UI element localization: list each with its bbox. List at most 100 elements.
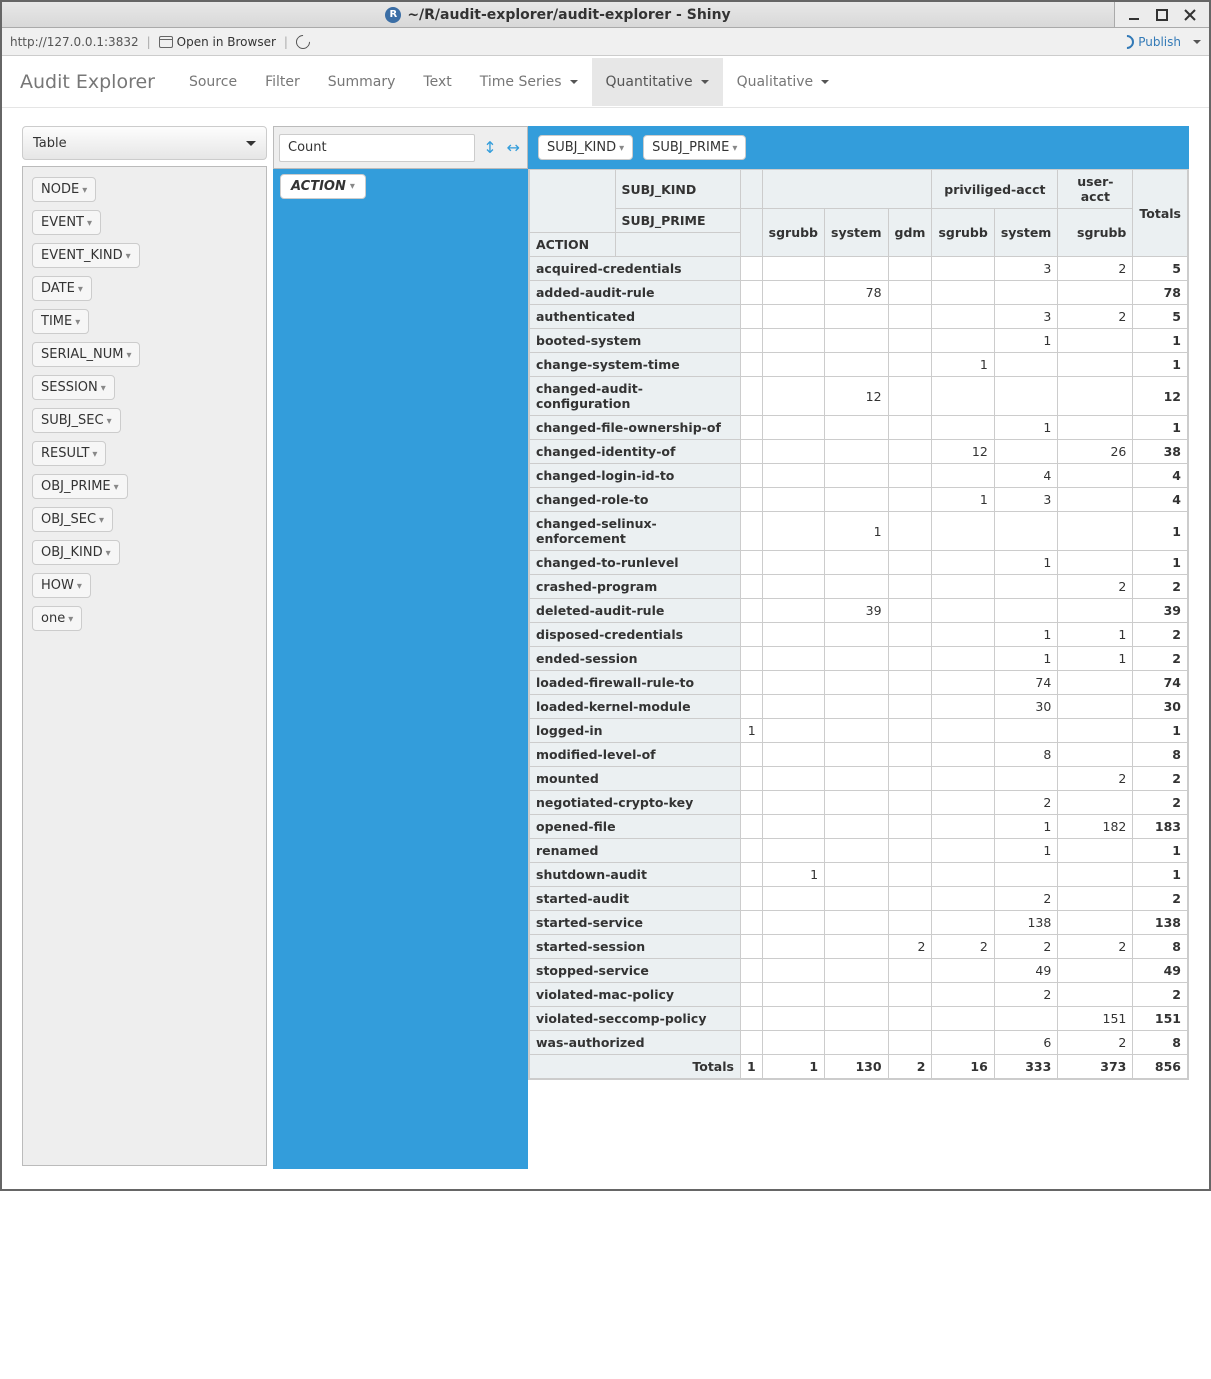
nav-qualitative[interactable]: Qualitative [723, 58, 844, 106]
cell: 49 [994, 959, 1058, 983]
publish-icon [1117, 32, 1137, 52]
field-pill-time[interactable]: TIME▾ [32, 309, 89, 334]
publish-dropdown-caret[interactable] [1193, 40, 1201, 44]
cell: 1 [932, 353, 994, 377]
nav-source[interactable]: Source [175, 58, 251, 106]
cell [762, 791, 824, 815]
row-fields-box[interactable]: ACTION▾ [273, 169, 528, 1169]
field-pill-obj_kind[interactable]: OBJ_KIND▾ [32, 540, 120, 565]
row-label: disposed-credentials [530, 623, 741, 647]
cell [888, 488, 932, 512]
nav-time-series[interactable]: Time Series [466, 58, 592, 106]
cell [825, 647, 889, 671]
cell: 2 [994, 935, 1058, 959]
cell [740, 743, 762, 767]
sort-vert-button[interactable]: ↕ [481, 138, 498, 157]
nav-filter[interactable]: Filter [251, 58, 314, 106]
field-pill-session[interactable]: SESSION▾ [32, 375, 115, 400]
table-row: changed-login-id-to44 [530, 464, 1188, 488]
cell [888, 416, 932, 440]
separator: | [147, 35, 151, 49]
nav-quantitative[interactable]: Quantitative [592, 58, 723, 106]
chevron-down-icon: ▾ [114, 482, 119, 493]
field-pill-node[interactable]: NODE▾ [32, 177, 96, 202]
row-total: 5 [1133, 257, 1188, 281]
cell [888, 743, 932, 767]
cell [825, 959, 889, 983]
cell [762, 416, 824, 440]
field-pill-serial_num[interactable]: SERIAL_NUM▾ [32, 342, 140, 367]
maximize-button[interactable] [1151, 5, 1173, 25]
cell [762, 911, 824, 935]
cell [1058, 839, 1133, 863]
table-row: negotiated-crypto-key22 [530, 791, 1188, 815]
chevron-down-icon [821, 80, 829, 84]
cell [1058, 791, 1133, 815]
field-pill-obj_sec[interactable]: OBJ_SEC▾ [32, 507, 113, 532]
main-content: Table NODE▾ EVENT▾ EVENT_KIND▾ DATE▾ TIME▾ SE… [2, 108, 1209, 1189]
renderer-select[interactable]: Table [22, 126, 267, 160]
cell [825, 488, 889, 512]
field-pill-how[interactable]: HOW▾ [32, 573, 91, 598]
field-pill-one[interactable]: one▾ [32, 606, 82, 631]
cell [994, 599, 1058, 623]
cell [888, 575, 932, 599]
cell: 30 [994, 695, 1058, 719]
cell [1058, 353, 1133, 377]
cell [762, 959, 824, 983]
field-pill-obj_prime[interactable]: OBJ_PRIME▾ [32, 474, 128, 499]
publish-button[interactable]: Publish [1120, 35, 1181, 49]
cell [932, 464, 994, 488]
row-label: started-service [530, 911, 741, 935]
aggregator-select[interactable]: Count [279, 134, 475, 162]
cell [740, 329, 762, 353]
cell [740, 488, 762, 512]
cell [825, 257, 889, 281]
field-pill-event[interactable]: EVENT▾ [32, 210, 101, 235]
cell: 26 [1058, 440, 1133, 464]
unused-fields-box[interactable]: NODE▾ EVENT▾ EVENT_KIND▾ DATE▾ TIME▾ SERIAL_N… [22, 166, 267, 1166]
sort-horiz-button[interactable]: ↔ [505, 138, 522, 157]
header-prime: sgrubb [932, 209, 994, 257]
cell [994, 512, 1058, 551]
nav-text[interactable]: Text [409, 58, 465, 106]
cell [994, 281, 1058, 305]
row-label: loaded-kernel-module [530, 695, 741, 719]
cell [762, 623, 824, 647]
field-pill-subj_prime[interactable]: SUBJ_PRIME▾ [643, 135, 746, 160]
close-button[interactable] [1179, 5, 1201, 25]
cell [932, 647, 994, 671]
cell: 182 [1058, 815, 1133, 839]
minimize-button[interactable] [1123, 5, 1145, 25]
field-pill-result[interactable]: RESULT▾ [32, 441, 106, 466]
row-label: changed-file-ownership-of [530, 416, 741, 440]
open-in-browser-button[interactable]: Open in Browser [159, 35, 276, 49]
row-label: changed-identity-of [530, 440, 741, 464]
row-label: ended-session [530, 647, 741, 671]
field-pill-event_kind[interactable]: EVENT_KIND▾ [32, 243, 140, 268]
field-pill-subj_sec[interactable]: SUBJ_SEC▾ [32, 408, 121, 433]
chevron-down-icon: ▾ [92, 449, 97, 460]
cell [740, 257, 762, 281]
cell [825, 695, 889, 719]
cell [932, 1031, 994, 1055]
column-fields-box[interactable]: SUBJ_KIND▾ SUBJ_PRIME▾ [528, 126, 1189, 169]
cell [825, 353, 889, 377]
cell: 1 [994, 815, 1058, 839]
cell [762, 257, 824, 281]
field-pill-subj_kind[interactable]: SUBJ_KIND▾ [538, 135, 633, 160]
cell [762, 815, 824, 839]
field-pill-date[interactable]: DATE▾ [32, 276, 92, 301]
header-prime [740, 209, 762, 257]
row-label: modified-level-of [530, 743, 741, 767]
cell: 2 [1058, 257, 1133, 281]
cell [932, 767, 994, 791]
reload-button[interactable] [296, 35, 310, 49]
row-label: opened-file [530, 815, 741, 839]
row-total: 1 [1133, 719, 1188, 743]
nav-summary[interactable]: Summary [314, 58, 410, 106]
field-pill-action[interactable]: ACTION▾ [280, 174, 366, 199]
cell [888, 647, 932, 671]
cell [762, 575, 824, 599]
cell: 1 [994, 329, 1058, 353]
